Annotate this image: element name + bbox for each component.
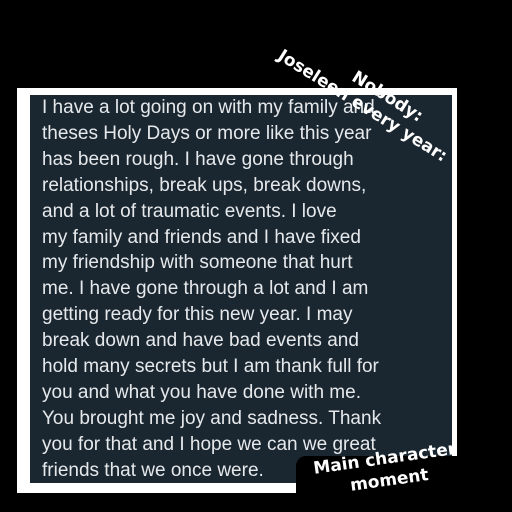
message-line: my friendship with someone that hurt [42,252,353,274]
message-line: hold many secrets but I am thank full fo… [42,356,379,378]
message-bubble: I have a lot going on with my family and… [30,95,452,483]
message-text: I have a lot going on with my family and… [42,95,448,483]
message-line: You brought me joy and sadness. Thank [42,407,382,429]
message-line: has been rough. I have gone through [42,148,354,170]
message-line: relationships, break ups, break downs, [42,174,367,196]
message-line: me. I have gone through a lot and I am [42,278,369,300]
message-line: my family and friends and I have fixed [42,226,361,248]
message-line: you and what you have done with me. [42,381,361,403]
message-line: and a lot of traumatic events. I love [42,200,337,222]
message-line: getting ready for this new year. I may [42,304,353,326]
meme-canvas: I have a lot going on with my family and… [0,0,512,512]
message-line: break down and have bad events and [42,330,359,352]
